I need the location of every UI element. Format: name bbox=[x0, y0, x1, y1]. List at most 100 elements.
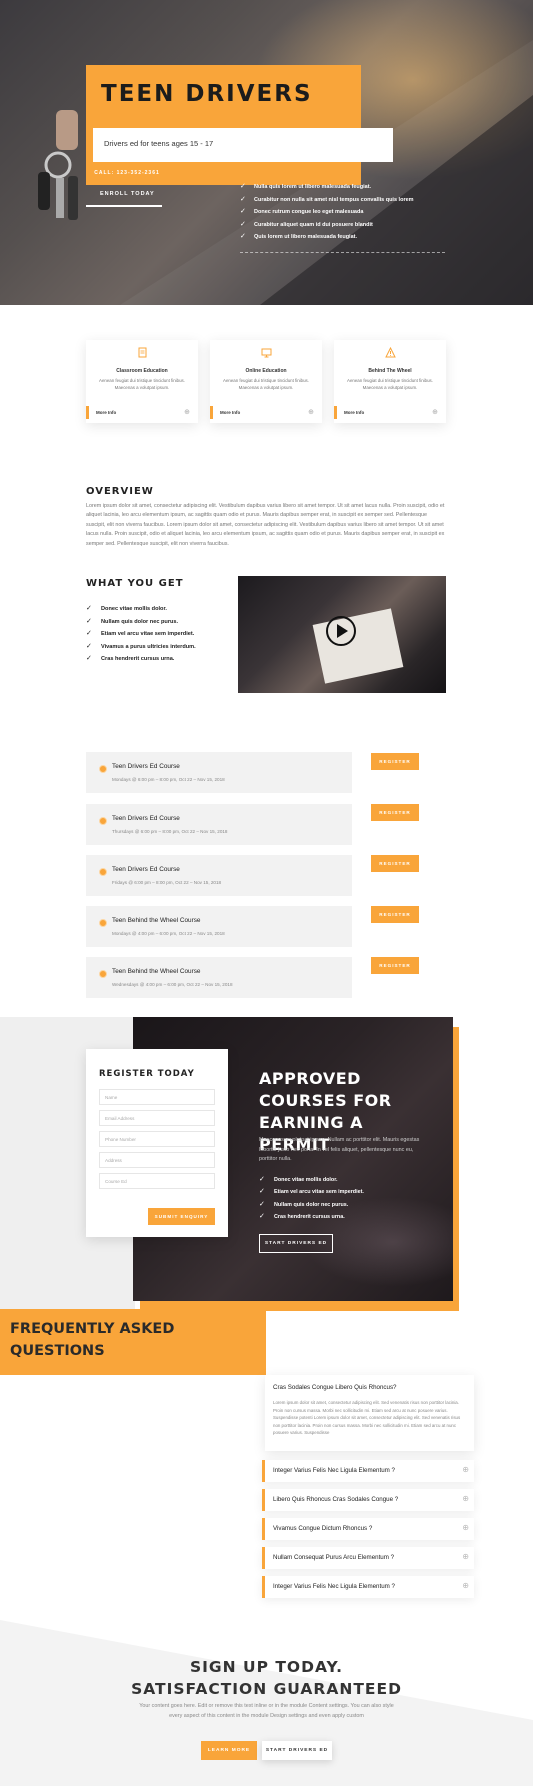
card-title: Online Education bbox=[245, 368, 287, 374]
start-drivers-ed-button[interactable]: START DRIVERS ED bbox=[259, 1234, 333, 1253]
register-button[interactable]: REGISTER bbox=[371, 855, 419, 872]
faq-question: Integer Varius Felis Nec Ligula Elementu… bbox=[273, 1467, 395, 1474]
faq-accent-bar bbox=[262, 1518, 265, 1540]
faq-accent-bar bbox=[262, 1460, 265, 1482]
faq-question: Cras Sodales Congue Libero Quis Rhoncus? bbox=[273, 1384, 397, 1391]
faq-answer: Lorem ipsum dolor sit amet, consectetur … bbox=[273, 1400, 461, 1436]
bullet-icon bbox=[99, 919, 107, 927]
submit-enquiry-button[interactable]: SUBMIT ENQUIRY bbox=[148, 1208, 215, 1225]
course-date: Fridays @ 6:00 pm – 8:00 pm, Oct 22 – No… bbox=[112, 880, 222, 885]
register-form: REGISTER TODAY SUBMIT ENQUIRY bbox=[86, 1049, 228, 1237]
what-you-get-list: ✓ Donec vitae mollis dolor. ✓ Nullam quis … bbox=[86, 603, 196, 666]
email-field[interactable] bbox=[99, 1110, 215, 1126]
phone-field[interactable] bbox=[99, 1131, 215, 1147]
faq-question: Vivamus Congue Dictum Rhoncus ? bbox=[273, 1525, 373, 1532]
faq-item[interactable]: Integer Varius Felis Nec Ligula Elementu… bbox=[262, 1576, 474, 1598]
card-text: Aenean feugiat dui tristique tincidunt f… bbox=[347, 378, 433, 390]
address-field[interactable] bbox=[99, 1152, 215, 1168]
course-field[interactable] bbox=[99, 1173, 215, 1189]
plus-icon[interactable]: ⊕ bbox=[462, 1465, 469, 1474]
list-item: ✓ Cras hendrerit cursus urna. bbox=[86, 653, 196, 666]
name-field[interactable] bbox=[99, 1089, 215, 1105]
overview-text: Lorem ipsum dolor sit amet, consectetur … bbox=[86, 503, 445, 547]
overview-title: OVERVIEW bbox=[86, 486, 154, 497]
register-button[interactable]: REGISTER bbox=[371, 957, 419, 974]
course-title: Teen Behind the Wheel Course bbox=[112, 917, 201, 924]
hero-title: TEEN DRIVERS bbox=[101, 81, 313, 107]
check-icon: ✓ bbox=[240, 233, 246, 240]
list-item: ✓ Donec rutrum congue leo eget malesuada bbox=[240, 206, 414, 219]
plus-icon[interactable]: ⊕ bbox=[308, 408, 314, 416]
list-item: ✓ Cras hendrerit cursus urna. bbox=[259, 1211, 364, 1223]
register-form-title: REGISTER TODAY bbox=[99, 1069, 195, 1079]
course-title: Teen Drivers Ed Course bbox=[112, 866, 180, 873]
more-info-link[interactable]: More Info bbox=[220, 410, 240, 415]
faq-accent-bar bbox=[262, 1489, 265, 1511]
start-drivers-ed-button[interactable]: START DRIVERS ED bbox=[262, 1741, 332, 1760]
check-icon: ✓ bbox=[240, 195, 246, 203]
signup-title-line-2: SATISFACTION GUARANTEED bbox=[131, 1680, 402, 1698]
more-info-link[interactable]: More Info bbox=[344, 410, 364, 415]
hero-subtitle: Drivers ed for teens ages 15 - 17 bbox=[104, 139, 214, 148]
bullet-icon bbox=[99, 817, 107, 825]
check-icon: ✓ bbox=[240, 220, 246, 228]
video-player[interactable] bbox=[238, 576, 446, 693]
card-title: Classroom Education bbox=[116, 368, 168, 374]
faq-accent-bar bbox=[262, 1576, 265, 1598]
faq-accent-bar bbox=[262, 1547, 265, 1569]
list-item: ✓ Curabitur aliquet quam id dui posuere b… bbox=[240, 219, 414, 232]
check-icon: ✓ bbox=[259, 1212, 265, 1220]
course-row: Teen Drivers Ed Course Fridays @ 6:00 pm… bbox=[86, 855, 352, 896]
hero-checklist: ✓ Nulla quis lorem ut libero malesuada fe… bbox=[240, 181, 414, 244]
course-title: Teen Behind the Wheel Course bbox=[112, 968, 201, 975]
course-date: Mondays @ 4:00 pm – 6:00 pm, Oct 22 – No… bbox=[112, 931, 225, 936]
check-icon: ✓ bbox=[86, 630, 92, 638]
course-row: Teen Drivers Ed Course Thursdays @ 6:00 … bbox=[86, 804, 352, 845]
list-item: ✓ Etiam vel arcu vitae sem imperdiet. bbox=[259, 1186, 364, 1198]
register-button[interactable]: REGISTER bbox=[371, 906, 419, 923]
plus-icon[interactable]: ⊕ bbox=[432, 408, 438, 416]
list-item: ✓ Vivamus a purus ultricies interdum. bbox=[86, 641, 196, 654]
more-info-link[interactable]: More Info bbox=[96, 410, 116, 415]
faq-item[interactable]: Libero Quis Rhoncus Cras Sodales Congue … bbox=[262, 1489, 474, 1511]
check-icon: ✓ bbox=[240, 183, 246, 190]
faq-open-item[interactable]: Cras Sodales Congue Libero Quis Rhoncus?… bbox=[265, 1375, 474, 1451]
faq-title: FREQUENTLY ASKED QUESTIONS bbox=[10, 1321, 175, 1359]
card-title: Behind The Wheel bbox=[368, 368, 412, 374]
course-title: Teen Drivers Ed Course bbox=[112, 763, 180, 770]
card-accent-bar bbox=[334, 406, 337, 419]
bullet-icon bbox=[99, 765, 107, 773]
list-item: ✓ Nulla quis lorem ut libero malesuada fe… bbox=[240, 181, 414, 194]
check-icon: ✓ bbox=[259, 1176, 265, 1183]
list-item: ✓ Donec vitae mollis dolor. bbox=[259, 1174, 364, 1186]
what-you-get-title: WHAT YOU GET bbox=[86, 578, 184, 589]
faq-item[interactable]: Integer Varius Felis Nec Ligula Elementu… bbox=[262, 1460, 474, 1482]
course-row: Teen Behind the Wheel Course Mondays @ 4… bbox=[86, 906, 352, 947]
register-button[interactable]: REGISTER bbox=[371, 753, 419, 770]
faq-item[interactable]: Nullam Consequat Purus Arcu Elementum ? … bbox=[262, 1547, 474, 1569]
plus-icon[interactable]: ⊕ bbox=[462, 1581, 469, 1590]
learn-more-button[interactable]: LEARN MORE bbox=[201, 1741, 257, 1760]
check-icon: ✓ bbox=[86, 605, 92, 612]
signup-title-line-1: SIGN UP TODAY. bbox=[189, 1658, 344, 1676]
check-icon: ✓ bbox=[259, 1200, 265, 1208]
register-button[interactable]: REGISTER bbox=[371, 804, 419, 821]
faq-item[interactable]: Vivamus Congue Dictum Rhoncus ? ⊕ bbox=[262, 1518, 474, 1540]
course-title: Teen Drivers Ed Course bbox=[112, 815, 180, 822]
plus-icon[interactable]: ⊕ bbox=[462, 1494, 469, 1503]
check-icon: ✓ bbox=[86, 655, 92, 663]
plus-icon[interactable]: ⊕ bbox=[462, 1552, 469, 1561]
enroll-today-link[interactable]: ENROLL TODAY bbox=[100, 191, 155, 197]
signup-title: SIGN UP TODAY. SATISFACTION GUARANTEED bbox=[0, 1656, 533, 1700]
service-card-behind-wheel: Behind The Wheel Aenean feugiat dui tris… bbox=[334, 340, 446, 423]
course-date: Thursdays @ 6:00 pm – 8:00 pm, Oct 22 – … bbox=[112, 829, 228, 834]
check-icon: ✓ bbox=[240, 208, 246, 215]
approved-text: Maecenas a volutpat ipsum. Nullam ac por… bbox=[259, 1137, 420, 1163]
plus-icon[interactable]: ⊕ bbox=[462, 1523, 469, 1532]
list-item: ✓ Nullam quis dolor nec purus. bbox=[259, 1199, 364, 1211]
card-accent-bar bbox=[210, 406, 213, 419]
document-icon bbox=[86, 347, 198, 361]
plus-icon[interactable]: ⊕ bbox=[184, 408, 190, 416]
call-button[interactable]: CALL: 123-352-2361 bbox=[86, 165, 168, 182]
enroll-underline bbox=[86, 205, 162, 207]
